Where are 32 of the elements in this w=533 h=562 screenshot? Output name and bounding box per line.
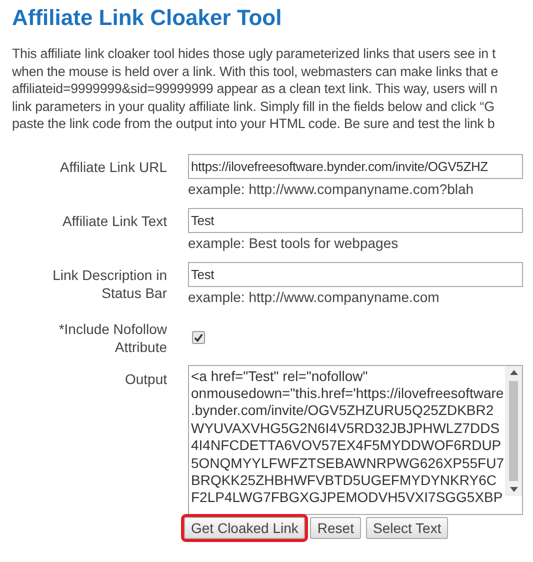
output-text: 4I4NFCDETTA6VOV57EX4F5MYDDWOF6RDUP [191, 437, 502, 455]
page-title: Affiliate Link Cloaker Tool [12, 4, 282, 31]
input-field[interactable]: https://ilovefreesoftware.bynder.com/invite/OGV5ZHZ [188, 154, 523, 178]
hint-text: example: http://www.companyname.com [188, 288, 440, 306]
output-text: .bynder.com/invite/OGV5ZHZURU5Q25ZDKBR2 [191, 402, 495, 420]
scroll-up-icon[interactable] [510, 370, 518, 374]
input-field[interactable]: Test [188, 262, 523, 286]
field-label: Output [124, 370, 168, 389]
field-label: Affiliate Link Text [61, 212, 168, 230]
field-label: *Include Nofollow Attribute [58, 320, 168, 356]
hint-text: example: http://www.companyname.com?blah [188, 180, 475, 198]
hint-text: example: Best tools for webpages [188, 234, 400, 252]
scroll-down-icon[interactable] [510, 486, 518, 492]
intro-text: when the mouse is held over a link. With this tool, webmasters can make links that e [12, 62, 498, 80]
checkbox[interactable] [192, 330, 205, 344]
scrollbar[interactable] [505, 366, 522, 496]
output-text: onmousedown="this.href='https://ilovefreesoftware [191, 384, 504, 402]
output-text: 5ONQMYYLFWFZTSEBAWNRPWG626XP55FU7 [191, 454, 504, 472]
output-text: <a href="Test" rel="nofollow" [191, 368, 369, 385]
field-label: Affiliate Link URL [58, 158, 168, 176]
intro-text: affiliateid=9999999&sid=99999999 appear as a clean text link. This way, users will n [12, 80, 498, 98]
field-label: Link Description in Status Bar [52, 266, 168, 302]
output-text: BRQKK25ZHBHWFVBTD5UGEFMYDYNKRY6C [191, 472, 498, 490]
intro-text: link parameters in your quality affiliate link. Simply fill in the fields below and click “G [12, 98, 494, 115]
output-textarea[interactable] [188, 364, 523, 514]
intro-text: This affiliate link cloaker tool hides those ugly parameterized links that users see in t [12, 45, 496, 62]
action-button[interactable]: Reset [310, 516, 361, 538]
output-text: F2LP4LWG7FBGXGJPEMODVH5VXI7SGG5XBP [191, 489, 504, 507]
input-field[interactable]: Test [188, 208, 523, 232]
action-button[interactable]: Select Text [366, 516, 448, 538]
output-text: WYUVAXVHG5G2N6I4V5RD32JBJPHWLZ7DDS [191, 420, 501, 438]
intro-text: paste the link code from the output into your HTML code. Be sure and test the link b [12, 115, 495, 132]
